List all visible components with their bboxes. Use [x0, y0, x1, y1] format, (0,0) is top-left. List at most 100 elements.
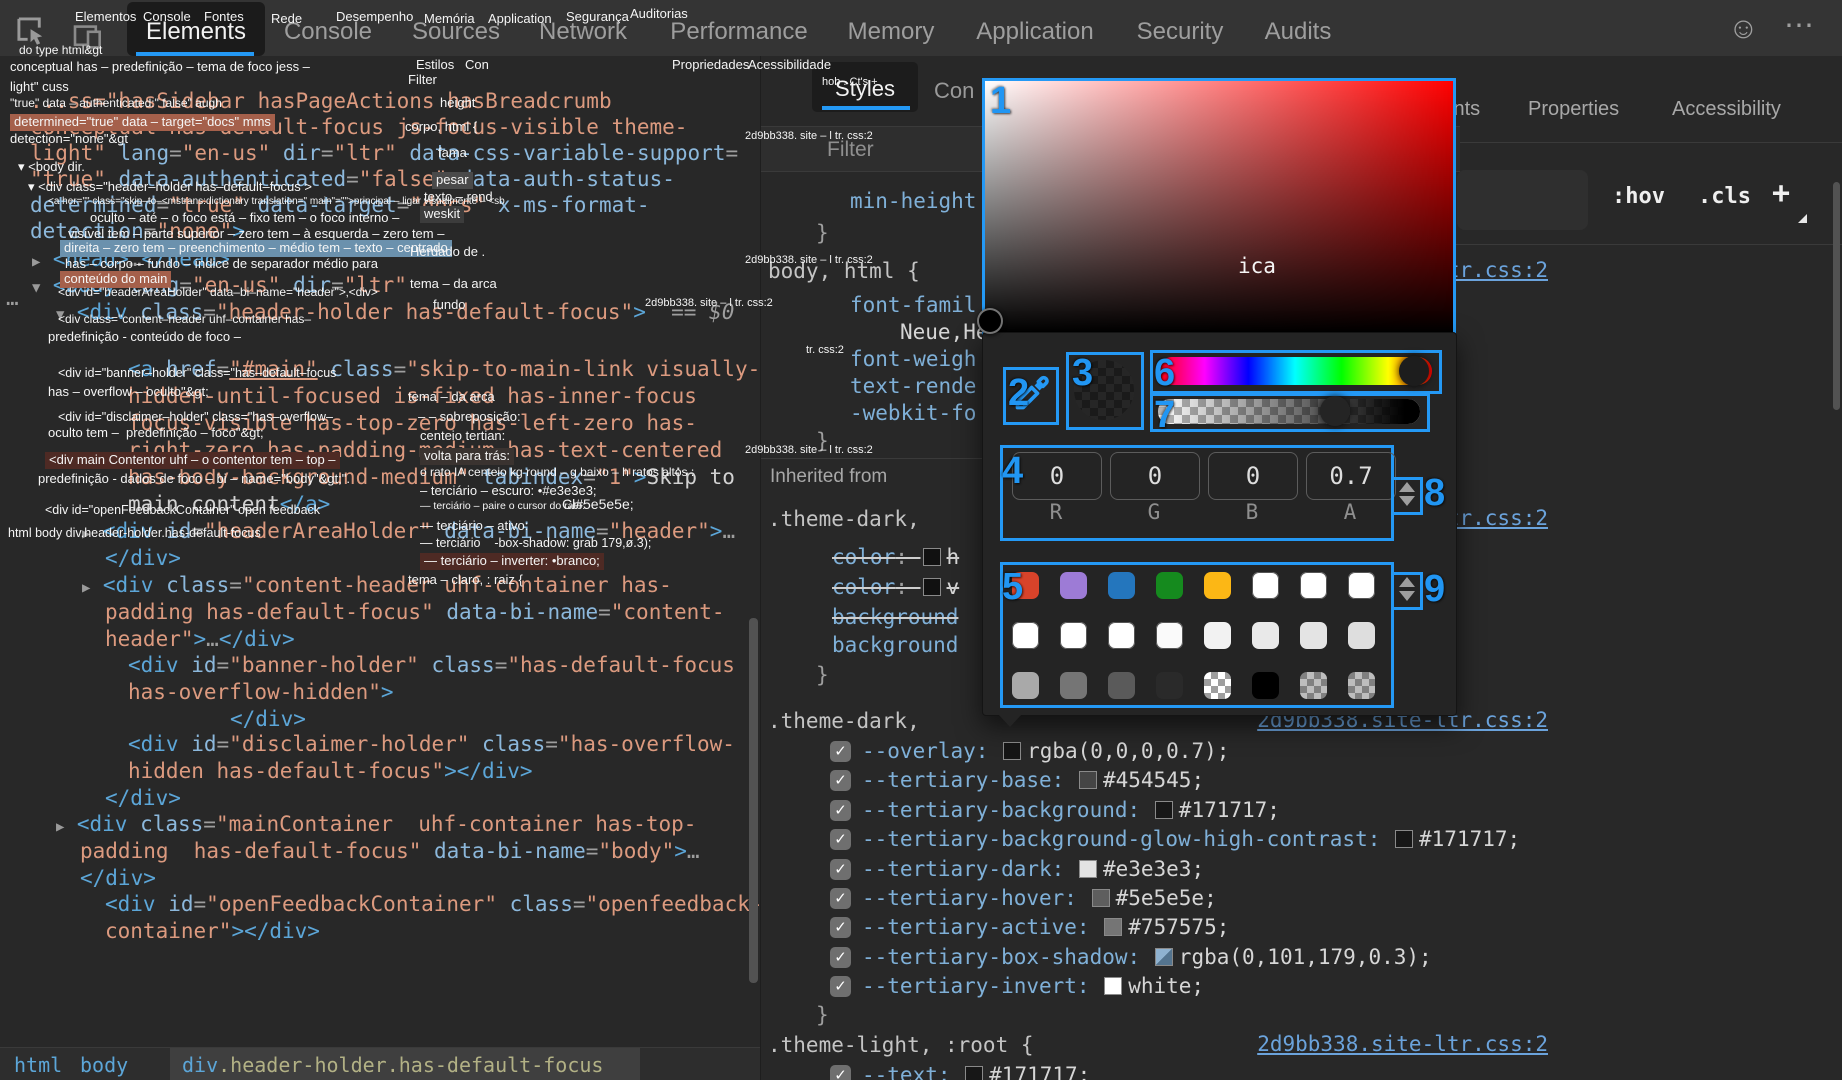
devtools-menu-icon[interactable]: ⋯ [1784, 8, 1814, 43]
new-rule-dropdown-icon[interactable] [1798, 214, 1807, 223]
tab-security[interactable]: Security [1137, 18, 1224, 46]
feedback-smiley-icon[interactable]: ☺ [1728, 12, 1759, 46]
dom-tree-line: </div> [105, 785, 181, 811]
palette-swatch[interactable] [1012, 672, 1039, 699]
palette-swatch[interactable] [1204, 572, 1231, 599]
translation-overlay: — terciário – ativo: [420, 519, 528, 534]
rgba-value-input[interactable]: 0 [1012, 452, 1102, 500]
toggle-class-button[interactable]: .cls [1698, 184, 1751, 209]
inline-color-swatch[interactable] [1155, 801, 1173, 819]
palette-swatch[interactable] [1252, 572, 1279, 599]
palette-swatch[interactable] [1252, 672, 1279, 699]
sidebar-tab-accessibility[interactable]: Accessibility [1672, 98, 1781, 121]
palette-swatch[interactable] [1348, 572, 1375, 599]
tab-performance[interactable]: Performance [670, 18, 807, 46]
color-picker-shade-gradient[interactable] [982, 78, 1456, 336]
breadcrumb-item-html[interactable]: html [14, 1053, 62, 1077]
declaration-checkbox[interactable]: ✓ [830, 859, 851, 880]
translation-overlay: ica [1238, 254, 1276, 278]
declaration-checkbox[interactable]: ✓ [830, 888, 851, 909]
tab-memory[interactable]: Memory [848, 18, 935, 46]
palette-swatch[interactable] [1060, 572, 1087, 599]
inline-color-swatch[interactable] [923, 548, 941, 566]
declaration-checkbox[interactable]: ✓ [830, 1065, 851, 1080]
translation-overlay: Elementos [75, 10, 136, 25]
inline-color-swatch[interactable] [1079, 860, 1097, 878]
inline-color-swatch[interactable] [1104, 918, 1122, 936]
inline-color-swatch[interactable] [1079, 771, 1097, 789]
declaration-checkbox[interactable]: ✓ [830, 917, 851, 938]
rgba-value-input[interactable]: 0 [1208, 452, 1298, 500]
alpha-slider-knob[interactable] [1320, 396, 1350, 426]
palette-swatch[interactable] [1060, 622, 1087, 649]
palette-swatch[interactable] [1108, 572, 1135, 599]
inline-color-swatch[interactable] [1395, 830, 1413, 848]
declaration-checkbox[interactable]: ✓ [830, 800, 851, 821]
new-style-rule-button[interactable]: + [1772, 176, 1790, 211]
palette-swatch[interactable] [1012, 622, 1039, 649]
tab-audits[interactable]: Audits [1265, 18, 1332, 46]
dom-tree-line: header">…</div> [105, 626, 295, 652]
palette-swatch[interactable] [1204, 672, 1231, 699]
rgba-value-input[interactable]: 0.7 [1306, 452, 1396, 500]
palette-swatch[interactable] [1300, 672, 1327, 699]
color-picker-shade-cursor[interactable] [977, 308, 1003, 334]
declaration-checkbox[interactable]: ✓ [830, 947, 851, 968]
hue-slider-knob[interactable] [1399, 356, 1429, 386]
rgba-format-spinner[interactable] [1391, 477, 1423, 515]
translation-overlay: Cl#5e5e5e; [562, 496, 634, 512]
palette-swatch[interactable] [1156, 572, 1183, 599]
styles-tab-underline [822, 106, 910, 110]
inline-color-swatch[interactable] [1003, 742, 1021, 760]
inline-color-swatch[interactable] [1092, 889, 1110, 907]
palette-swatch[interactable] [1300, 572, 1327, 599]
palette-swatch[interactable] [1108, 622, 1135, 649]
sidebar-tab-properties[interactable]: Properties [1528, 98, 1619, 121]
translation-overlay: Herdado de . [410, 245, 485, 260]
palette-switcher-spinner[interactable] [1391, 572, 1423, 610]
hue-slider[interactable] [1158, 357, 1432, 385]
translation-overlay: <div class="content–header uhf–container… [58, 313, 311, 327]
alpha-slider[interactable] [1158, 399, 1420, 424]
translation-overlay: height [440, 96, 475, 111]
toggle-hover-state-button[interactable]: :hov [1612, 184, 1665, 209]
palette-swatch[interactable] [1156, 672, 1183, 699]
translation-overlay: Application [488, 12, 552, 27]
right-filter-box[interactable] [1457, 170, 1588, 230]
palette-swatch[interactable] [1204, 622, 1231, 649]
dom-more-icon[interactable]: ⋯ [6, 290, 19, 316]
inline-color-swatch[interactable] [1155, 948, 1173, 966]
declaration-checkbox[interactable]: ✓ [830, 741, 851, 762]
palette-swatch[interactable] [1348, 672, 1375, 699]
palette-swatch[interactable] [1300, 622, 1327, 649]
inline-color-swatch[interactable] [1104, 977, 1122, 995]
styles-pane-scrollbar[interactable] [1833, 182, 1840, 410]
stylesheet-link[interactable]: 2d9bb338.site-ltr.css:2 [1257, 1032, 1548, 1056]
translation-overlay: pesar [432, 172, 473, 189]
rgba-value-input[interactable]: 0 [1110, 452, 1200, 500]
dom-tree-line: ▶ <div class="mainContainer uhf-containe… [56, 811, 696, 840]
translation-overlay: oculto – até – o foco está – fixo tem – … [90, 211, 399, 226]
translation-overlay: light" cuss [10, 80, 69, 95]
inline-color-swatch[interactable] [923, 578, 941, 596]
palette-swatch[interactable] [1348, 622, 1375, 649]
style-rule-line: text-rende [850, 373, 976, 399]
inline-color-swatch[interactable] [965, 1066, 983, 1080]
declaration-checkbox[interactable]: ✓ [830, 976, 851, 997]
palette-swatch[interactable] [1060, 672, 1087, 699]
palette-swatch[interactable] [1252, 622, 1279, 649]
breadcrumb-item-body[interactable]: body [80, 1053, 128, 1077]
translation-overlay: has – corpo – fundo – índice de separado… [65, 257, 378, 272]
breadcrumb-item-selected[interactable]: div.header-holder.has-default-focus [182, 1053, 603, 1077]
palette-swatch[interactable] [1156, 622, 1183, 649]
declaration-checkbox[interactable]: ✓ [830, 829, 851, 850]
tab-application[interactable]: Application [976, 18, 1093, 46]
right-tabs-divider [1460, 142, 1842, 143]
declaration-checkbox[interactable]: ✓ [830, 770, 851, 791]
translation-overlay: determined="true" data – target="docs" m… [10, 114, 275, 131]
tab-computed[interactable]: Con [934, 78, 974, 104]
dom-pane-scrollbar[interactable] [749, 618, 758, 983]
palette-swatch[interactable] [1108, 672, 1135, 699]
translation-overlay: hob . Ct's + [822, 76, 878, 89]
annotation-number-3: 3 [1072, 352, 1093, 395]
